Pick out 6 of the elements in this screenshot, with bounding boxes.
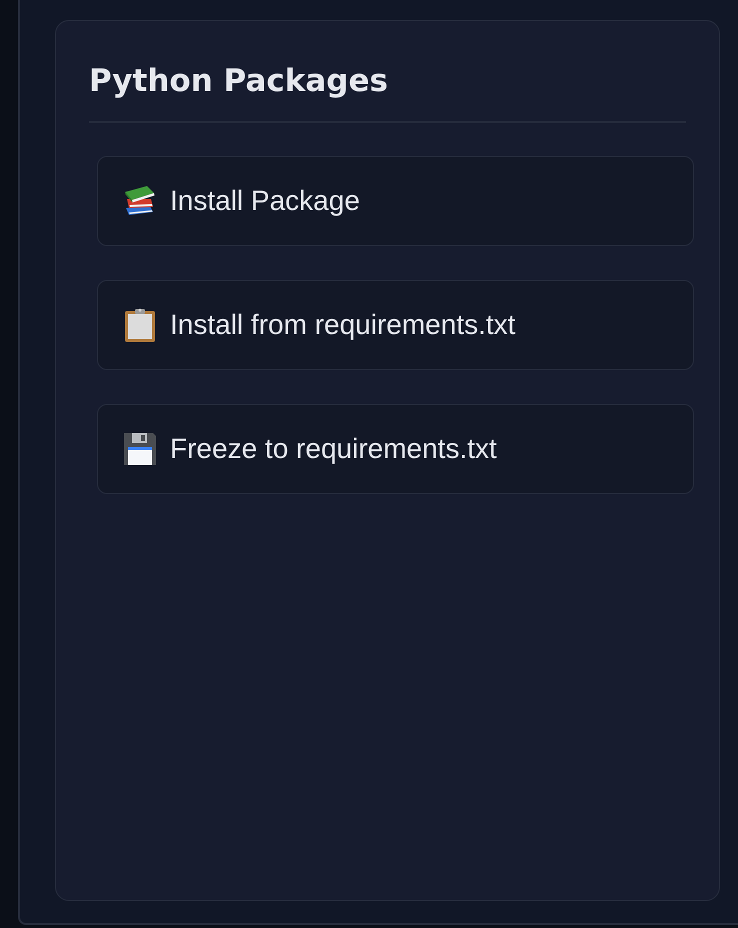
action-button[interactable]: Install Package: [97, 156, 694, 246]
panel-title: Python Packages: [89, 62, 388, 101]
action-button[interactable]: Freeze to requirements.txt: [97, 404, 694, 494]
clipboard-icon: [123, 308, 157, 342]
books-icon: [123, 184, 157, 218]
action-button[interactable]: Install from requirements.txt: [97, 280, 694, 370]
